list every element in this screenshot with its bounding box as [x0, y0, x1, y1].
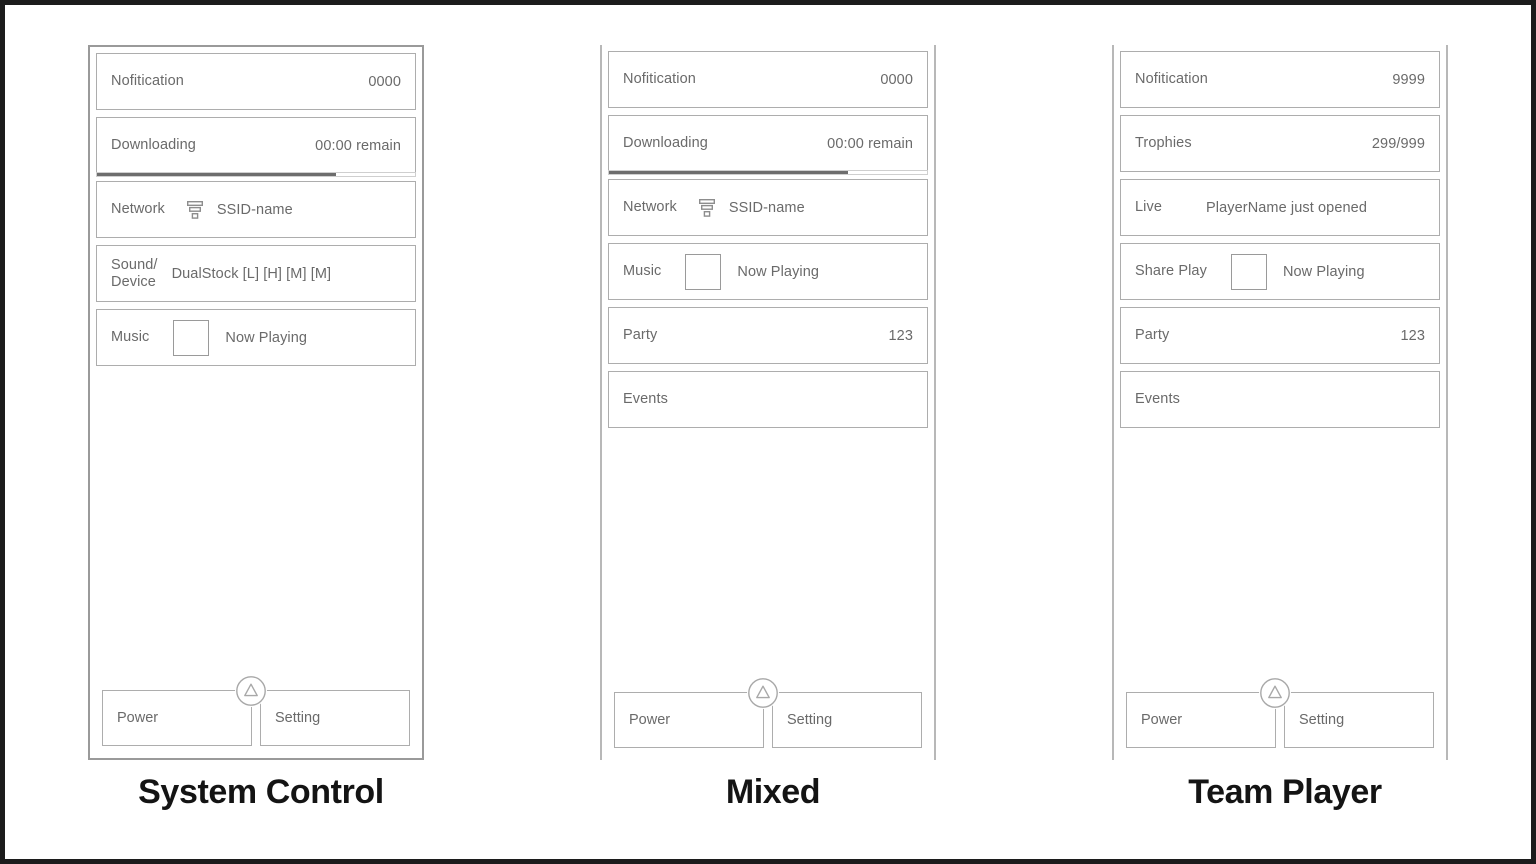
panel-caption: Team Player [1188, 773, 1382, 811]
row-value: Now Playing [737, 263, 820, 280]
panel-row[interactable]: Music Now Playing [608, 243, 928, 300]
row-value: 9999 [1392, 71, 1425, 88]
row-value: 123 [888, 327, 913, 344]
control-panel: Nofitication 9999 Trophies 299/999 Live Playe… [1112, 45, 1448, 760]
panel-row[interactable]: Music Now Playing [96, 309, 416, 366]
row-label: Live [1135, 199, 1162, 216]
setting-button-label: Setting [787, 712, 833, 728]
power-button[interactable]: Power [1126, 677, 1291, 748]
triangle-in-circle-icon[interactable] [747, 677, 779, 709]
row-label: Nofitication [111, 73, 184, 90]
setting-button-label: Setting [275, 710, 321, 726]
panel-footer: Power Setting [614, 677, 922, 748]
setting-button[interactable]: Setting [260, 690, 410, 746]
panel-board: Nofitication 0000 Downloading 00:00 remain N… [5, 5, 1531, 859]
row-label: Network [623, 199, 677, 216]
power-button[interactable]: Power [102, 675, 267, 746]
network-icon [698, 198, 715, 217]
network-icon [186, 200, 203, 219]
row-label: Share Play [1135, 263, 1207, 280]
panel-footer: Power Setting [102, 675, 410, 746]
panel-content: Nofitication 9999 Trophies 299/999 Live Playe… [1120, 51, 1440, 754]
panel-row[interactable]: Party 123 [608, 307, 928, 364]
row-value: 123 [1400, 327, 1425, 344]
wireframe-canvas: Nofitication 0000 Downloading 00:00 remain N… [0, 0, 1536, 864]
panel-row[interactable]: Trophies 299/999 [1120, 115, 1440, 172]
panel-footer: Power Setting [1126, 677, 1434, 748]
panel-row[interactable]: Nofitication 0000 [608, 51, 928, 108]
panel-row[interactable]: Downloading 00:00 remain [96, 117, 416, 177]
media-thumbnail [1230, 253, 1267, 290]
row-label: Nofitication [1135, 71, 1208, 88]
control-panel: Nofitication 0000 Downloading 00:00 remain N… [600, 45, 936, 760]
panel-caption: Mixed [725, 773, 821, 811]
download-progress-bar [608, 170, 928, 175]
row-value: SSID-name [728, 199, 805, 216]
panel-row[interactable]: Live PlayerName just opened [1120, 179, 1440, 236]
row-value: 00:00 remain [827, 135, 913, 152]
row-label: Music [111, 329, 150, 346]
panel-row[interactable]: Downloading 00:00 remain [608, 115, 928, 175]
download-progress-fill [609, 171, 848, 174]
panel-row[interactable]: Events [608, 371, 928, 428]
panel-row[interactable]: Network SSID-name [608, 179, 928, 236]
panel-column-2: Nofitication 0000 Downloading 00:00 remain N… [517, 5, 1029, 859]
panel-row[interactable]: Share Play Now Playing [1120, 243, 1440, 300]
panel-row[interactable]: Events [1120, 371, 1440, 428]
setting-button[interactable]: Setting [772, 692, 922, 748]
panel-row[interactable]: Nofitication 0000 [96, 53, 416, 110]
row-label: Music [623, 263, 662, 280]
row-value: DualStock [L] [H] [M] [M] [171, 265, 332, 282]
control-panel: Nofitication 0000 Downloading 00:00 remain N… [88, 45, 424, 760]
triangle-in-circle-icon[interactable] [235, 675, 267, 707]
row-value: PlayerName just opened [1206, 199, 1367, 216]
row-label: Network [111, 201, 165, 218]
panel-row[interactable]: Sound/ Device DualStock [L] [H] [M] [M] [96, 245, 416, 302]
triangle-in-circle-icon[interactable] [1259, 677, 1291, 709]
panel-row[interactable]: Network SSID-name [96, 181, 416, 238]
row-label: Party [623, 327, 658, 344]
row-value: Now Playing [1282, 263, 1365, 280]
row-value: SSID-name [216, 201, 293, 218]
row-label: Trophies [1135, 135, 1192, 152]
download-progress-fill [97, 173, 336, 176]
power-button[interactable]: Power [614, 677, 779, 748]
row-label: Party [1135, 327, 1170, 344]
panel-row[interactable]: Nofitication 9999 [1120, 51, 1440, 108]
row-label: Sound/ Device [111, 256, 158, 290]
panel-column-1: Nofitication 0000 Downloading 00:00 remain N… [5, 5, 517, 859]
power-button-label: Power [629, 712, 671, 728]
panel-column-3: Nofitication 9999 Trophies 299/999 Live Playe… [1029, 5, 1531, 859]
row-value: 0000 [880, 71, 913, 88]
row-value: 00:00 remain [315, 137, 401, 154]
row-value: 299/999 [1371, 135, 1425, 152]
panel-content: Nofitication 0000 Downloading 00:00 remain N… [608, 51, 928, 754]
media-thumbnail [173, 319, 210, 356]
setting-button-label: Setting [1299, 712, 1345, 728]
media-thumbnail [685, 253, 722, 290]
download-progress-bar [96, 172, 416, 177]
power-button-label: Power [1141, 712, 1183, 728]
panel-row[interactable]: Party 123 [1120, 307, 1440, 364]
row-value: 0000 [368, 73, 401, 90]
row-label: Downloading [111, 137, 196, 154]
panel-content: Nofitication 0000 Downloading 00:00 remain N… [96, 53, 416, 752]
row-label: Downloading [623, 135, 708, 152]
power-button-label: Power [117, 710, 159, 726]
row-label: Events [1135, 391, 1180, 408]
row-label: Events [623, 391, 668, 408]
panel-caption: System Control [138, 773, 384, 811]
row-value: Now Playing [225, 329, 308, 346]
row-label: Nofitication [623, 71, 696, 88]
setting-button[interactable]: Setting [1284, 692, 1434, 748]
